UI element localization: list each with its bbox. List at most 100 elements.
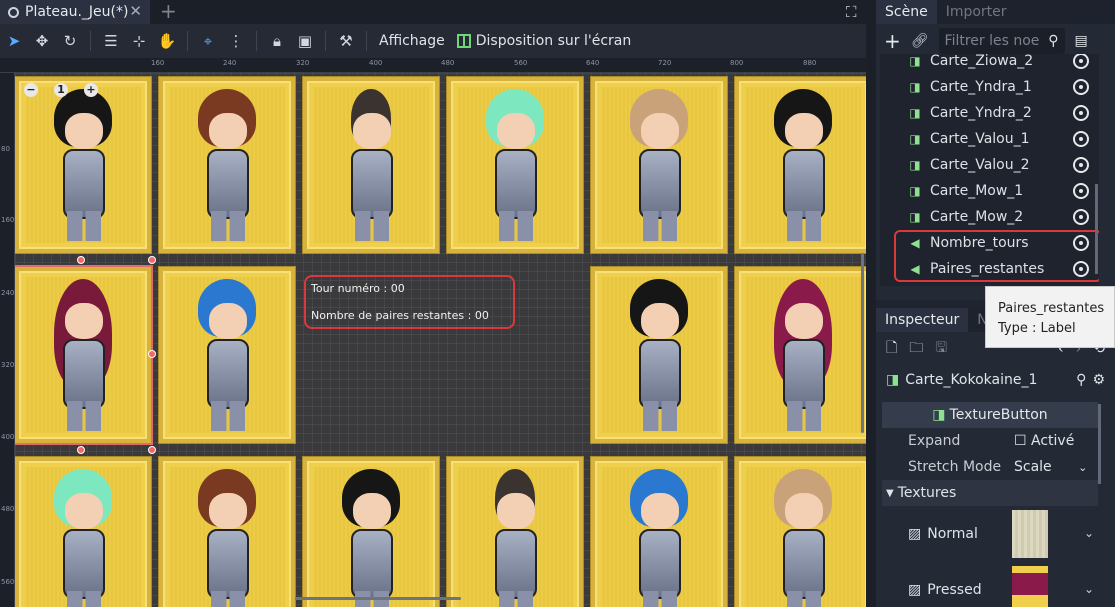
texture-thumbnail[interactable] xyxy=(1012,566,1048,607)
horizontal-scrollbar[interactable] xyxy=(295,597,461,600)
ruler-tick: 560 xyxy=(1,578,15,586)
card-texture-button[interactable] xyxy=(735,77,866,253)
open-folder-icon[interactable]: 🗀︎ xyxy=(909,337,923,361)
node-label: Carte_Yndra_2 xyxy=(930,105,1032,121)
visibility-eye-icon[interactable] xyxy=(1073,79,1089,95)
card-texture-button[interactable] xyxy=(447,77,583,253)
stretch-mode-select[interactable]: Scale ⌄ xyxy=(1014,459,1087,475)
settings-icon[interactable]: ⚙ xyxy=(1092,372,1105,388)
tab-scene[interactable]: Scène xyxy=(876,0,937,24)
group-icon[interactable]: ▣ xyxy=(291,27,319,55)
expand-checkbox[interactable]: ☐ Activé xyxy=(1014,433,1074,449)
texture-button-icon: ◨ xyxy=(909,158,921,172)
fullscreen-icon[interactable]: ⛶ xyxy=(846,3,857,21)
tab-plateau-jeu[interactable]: Plateau._Jeu(*) ✕ xyxy=(0,0,150,24)
save-icon[interactable]: 🖫︎ xyxy=(935,337,947,361)
zoom-in-icon[interactable]: + xyxy=(84,83,98,97)
card-texture-button[interactable] xyxy=(15,77,151,253)
label-pairs-remaining[interactable]: Nombre de paires restantes : 00 xyxy=(311,309,489,322)
selection-handle[interactable] xyxy=(77,446,85,454)
new-resource-icon[interactable]: 🗋︎ xyxy=(886,337,897,361)
card-texture-button[interactable] xyxy=(159,77,295,253)
chevron-down-icon[interactable]: ⌄ xyxy=(1084,526,1094,540)
link-icon[interactable]: 🔗︎ xyxy=(911,33,929,49)
visibility-eye-icon[interactable] xyxy=(1073,157,1089,173)
scene-dock: Scène Importer + 🔗︎ Filtrer les noe ⚲ ▤ … xyxy=(876,0,1115,300)
checkbox-icon: ☐ xyxy=(1014,433,1027,449)
add-tab-icon[interactable]: + xyxy=(160,0,177,23)
property-value: Scale xyxy=(1014,459,1052,475)
card-texture-button[interactable] xyxy=(735,267,866,443)
filter-nodes-input[interactable]: Filtrer les noe ⚲ xyxy=(938,28,1065,54)
selection-handle[interactable] xyxy=(148,256,156,264)
search-icon[interactable]: ⚲ xyxy=(1076,372,1086,388)
more-options-icon[interactable]: ⋮ xyxy=(222,27,250,55)
tree-node[interactable]: ◨ Carte_Valou_2 xyxy=(880,152,1099,178)
view-menu[interactable]: Affichage xyxy=(373,33,451,49)
visibility-eye-icon[interactable] xyxy=(1073,105,1089,121)
vertical-scrollbar[interactable] xyxy=(861,253,864,433)
node-label: Carte_Yndra_1 xyxy=(930,79,1032,95)
visibility-eye-icon[interactable] xyxy=(1073,183,1089,199)
rotate-tool-icon[interactable]: ↻ xyxy=(56,27,84,55)
card-texture-button[interactable] xyxy=(303,77,439,253)
add-node-icon[interactable]: + xyxy=(884,29,901,53)
label-turn-number[interactable]: Tour numéro : 00 xyxy=(311,282,405,295)
card-texture-button[interactable] xyxy=(591,267,727,443)
ruler-tick: 720 xyxy=(658,59,672,67)
layout-menu[interactable]: Disposition sur l'écran xyxy=(451,33,638,49)
card-texture-button[interactable] xyxy=(591,457,727,607)
card-texture-button[interactable] xyxy=(735,457,866,607)
tree-node[interactable]: ◨ Carte_Mow_1 xyxy=(880,178,1099,204)
textures-section[interactable]: ▼ Textures xyxy=(882,480,1098,506)
node-tooltip: Paires_restantes Type : Label xyxy=(985,286,1115,348)
inspector-scrollbar[interactable] xyxy=(1098,404,1101,484)
texture-thumbnail[interactable] xyxy=(1012,510,1048,558)
close-icon[interactable]: ✕ xyxy=(129,2,142,20)
card-texture-button[interactable] xyxy=(15,457,151,607)
tree-node[interactable]: ◨ Carte_Mow_2 xyxy=(880,204,1099,230)
property-expand: Expand ☐ Activé xyxy=(882,428,1098,454)
selection-handle[interactable] xyxy=(77,256,85,264)
pan-tool-icon[interactable]: ✋ xyxy=(153,27,181,55)
card-texture-button-selected[interactable] xyxy=(15,267,151,443)
card-texture-button[interactable] xyxy=(447,457,583,607)
dock-divider[interactable] xyxy=(866,0,876,607)
list-select-icon[interactable]: ☰ xyxy=(97,27,125,55)
select-tool-icon[interactable]: ➤ xyxy=(0,27,28,55)
card-texture-button[interactable] xyxy=(159,457,295,607)
lock-icon[interactable]: 🔒︎ xyxy=(263,27,291,55)
property-list: ◨ TextureButton Expand ☐ Activé Stretch … xyxy=(882,402,1098,607)
tree-node[interactable]: ◨ Carte_Yndra_1 xyxy=(880,74,1099,100)
canvas-viewport[interactable]: − 1 + Tour numéro : 00 Nombre de paires … xyxy=(15,73,866,607)
tree-node[interactable]: ◨ Carte_Valou_1 xyxy=(880,126,1099,152)
tree-scrollbar[interactable] xyxy=(1095,184,1098,274)
tree-node[interactable]: ◨ Carte_Ziowa_2 xyxy=(880,54,1099,74)
visibility-eye-icon[interactable] xyxy=(1073,209,1089,225)
pivot-tool-icon[interactable]: ⊹ xyxy=(125,27,153,55)
property-value: Activé xyxy=(1031,433,1075,449)
selection-handle[interactable] xyxy=(148,446,156,454)
card-texture-button[interactable] xyxy=(591,77,727,253)
property-label: Normal xyxy=(927,526,978,542)
visibility-eye-icon[interactable] xyxy=(1073,54,1089,69)
tab-import[interactable]: Importer xyxy=(937,0,1016,24)
layout-menu-label: Disposition sur l'écran xyxy=(475,33,632,49)
card-texture-button[interactable] xyxy=(303,457,439,607)
move-tool-icon[interactable]: ✥ xyxy=(28,27,56,55)
tab-inspector[interactable]: Inspecteur xyxy=(876,308,969,332)
snap-icon[interactable]: ⌖ xyxy=(194,27,222,55)
tree-node[interactable]: ◨ Carte_Yndra_2 xyxy=(880,100,1099,126)
skeleton-icon[interactable]: ⚒ xyxy=(332,27,360,55)
selection-handle[interactable] xyxy=(148,350,156,358)
search-icon: ⚲ xyxy=(1048,33,1059,49)
texture-button-icon: ◨ xyxy=(909,132,921,146)
visibility-eye-icon[interactable] xyxy=(1073,131,1089,147)
texture-property-icon: ▨ xyxy=(908,582,922,598)
instance-scene-icon[interactable]: ▤ xyxy=(1075,33,1088,49)
zoom-reset-button[interactable]: 1 xyxy=(54,83,68,97)
inspected-node[interactable]: ◨ Carte_Kokokaine_1 ⚲ ⚙ xyxy=(876,366,1115,394)
card-texture-button[interactable] xyxy=(159,267,295,443)
zoom-out-icon[interactable]: − xyxy=(24,83,38,97)
chevron-down-icon[interactable]: ⌄ xyxy=(1084,582,1094,596)
